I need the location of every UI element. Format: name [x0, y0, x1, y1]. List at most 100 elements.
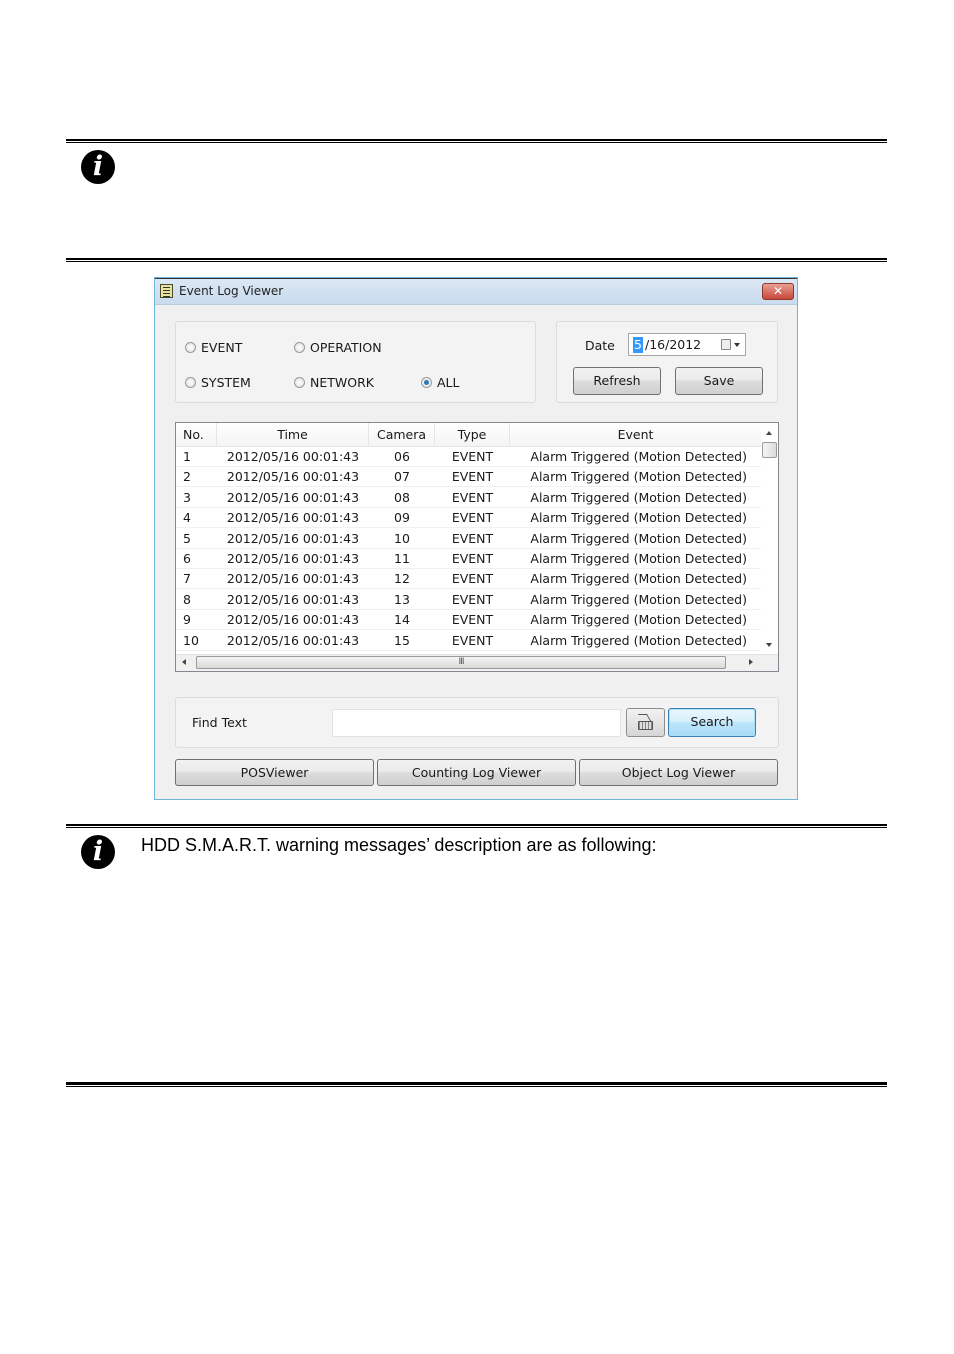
scroll-left-arrow-icon[interactable] — [182, 659, 186, 665]
virtual-keyboard-button[interactable] — [626, 708, 665, 737]
column-header-no[interactable]: No. — [176, 423, 217, 446]
cell-event: Alarm Triggered (Motion Detected) — [530, 571, 747, 587]
cell-no: 6 — [183, 551, 191, 566]
keyboard-icon — [638, 721, 653, 730]
table-row[interactable]: 5 2012/05/16 00:01:43 10 EVENT Alarm Trigger… — [176, 529, 761, 549]
note-text: HDD S.M.A.R.T. warning messages’ descrip… — [141, 835, 657, 855]
cell-camera: 07 — [394, 469, 410, 485]
find-text-label: Find Text — [192, 715, 247, 730]
note-rule-1 — [66, 824, 887, 828]
cell-event: Alarm Triggered (Motion Detected) — [530, 449, 747, 464]
cell-event: Alarm Triggered (Motion Detected) — [530, 632, 747, 648]
radio-label: EVENT — [201, 340, 243, 355]
table-row[interactable]: 4 2012/05/16 00:01:43 09 EVENT Alarm Trigger… — [176, 508, 761, 529]
event-log-viewer-window: Event Log Viewer ✕ EVENT OPERATION SYSTE… — [154, 277, 798, 800]
table-row[interactable]: 7 2012/05/16 00:01:43 12 EVENT Alarm Trigger… — [176, 569, 761, 590]
column-header-time[interactable]: Time — [217, 423, 369, 446]
date-rest[interactable]: /16/2012 — [645, 337, 701, 353]
cell-time: 2012/05/16 00:01:43 — [226, 551, 360, 566]
cell-no: 1 — [183, 449, 191, 464]
scroll-thumb[interactable] — [762, 442, 777, 458]
radio-system[interactable]: SYSTEM — [185, 375, 251, 390]
radio-operation[interactable]: OPERATION — [294, 340, 382, 355]
cell-time: 2012/05/16 00:01:43 — [226, 591, 360, 607]
chevron-down-icon[interactable] — [734, 343, 740, 347]
cell-type: EVENT — [451, 551, 494, 566]
radio-label: ALL — [437, 375, 460, 390]
object-log-viewer-button[interactable]: Object Log Viewer — [579, 759, 778, 786]
pos-viewer-button[interactable]: POSViewer — [175, 759, 374, 786]
cell-time: 2012/05/16 00:01:43 — [226, 510, 360, 526]
cell-type: EVENT — [451, 612, 494, 628]
title-bar[interactable]: Event Log Viewer ✕ — [155, 278, 797, 305]
cell-type: EVENT — [451, 530, 494, 546]
column-header-camera[interactable]: Camera — [369, 423, 435, 446]
horizontal-scrollbar[interactable]: III — [176, 654, 778, 671]
radio-label: SYSTEM — [201, 375, 251, 390]
cell-event: Alarm Triggered (Motion Detected) — [530, 489, 747, 505]
cell-no: 3 — [183, 489, 191, 505]
table-row[interactable]: 1 2012/05/16 00:01:43 06 EVENT Alarm Trigger… — [176, 447, 761, 467]
table-row[interactable]: 2 2012/05/16 00:01:43 07 EVENT Alarm Trigger… — [176, 467, 761, 488]
log-type-filter-group: EVENT OPERATION SYSTEM NETWORK ALL — [175, 321, 536, 403]
find-text-input[interactable] — [332, 709, 621, 737]
cell-time: 2012/05/16 00:01:43 — [226, 530, 360, 546]
cell-time: 2012/05/16 00:01:43 — [226, 489, 360, 505]
top-rule-2 — [66, 258, 887, 262]
radio-button[interactable] — [294, 342, 305, 353]
keyboard-cord — [637, 714, 652, 721]
cell-camera: 13 — [394, 591, 410, 607]
radio-button[interactable] — [185, 342, 196, 353]
table-row[interactable]: 9 2012/05/16 00:01:43 14 EVENT Alarm Trigger… — [176, 610, 761, 631]
close-button[interactable]: ✕ — [762, 283, 794, 300]
table-row[interactable]: 8 2012/05/16 00:01:43 13 EVENT Alarm Trigger… — [176, 590, 761, 610]
cell-event: Alarm Triggered (Motion Detected) — [530, 551, 747, 566]
cell-type: EVENT — [451, 449, 494, 464]
date-month-selected[interactable]: 5 — [633, 337, 643, 353]
search-button[interactable]: Search — [668, 708, 756, 737]
info-icon: i — [81, 835, 115, 869]
column-header-event[interactable]: Event — [510, 423, 761, 446]
cell-no: 8 — [183, 591, 191, 607]
cell-type: EVENT — [451, 591, 494, 607]
radio-event[interactable]: EVENT — [185, 340, 242, 355]
radio-button-selected[interactable] — [421, 377, 432, 388]
scroll-down-arrow-icon[interactable] — [766, 643, 772, 647]
cell-no: 2 — [183, 469, 191, 485]
top-rule-1 — [66, 139, 887, 143]
cell-camera: 12 — [394, 571, 410, 587]
info-icon: i — [81, 150, 115, 184]
radio-button[interactable] — [294, 377, 305, 388]
horizontal-scroll-thumb[interactable]: III — [196, 656, 726, 669]
date-label: Date — [585, 338, 615, 353]
date-picker[interactable]: 5 /16/2012 — [628, 333, 746, 356]
table-row[interactable]: 3 2012/05/16 00:01:43 08 EVENT Alarm Trigger… — [176, 488, 761, 508]
table-row[interactable]: 10 2012/05/16 00:01:43 15 EVENT Alarm Trigge… — [176, 631, 761, 651]
cell-no: 9 — [183, 612, 191, 628]
refresh-button[interactable]: Refresh — [573, 367, 661, 395]
cell-event: Alarm Triggered (Motion Detected) — [530, 510, 747, 526]
note-rule-2 — [66, 1082, 887, 1087]
cell-type: EVENT — [451, 632, 494, 648]
table-header: No. Time Camera Type Event — [176, 423, 761, 447]
cell-camera: 14 — [394, 612, 410, 628]
cell-time: 2012/05/16 00:01:43 — [226, 571, 360, 587]
radio-label: OPERATION — [310, 340, 382, 355]
radio-label: NETWORK — [310, 375, 374, 390]
cell-event: Alarm Triggered (Motion Detected) — [530, 591, 747, 607]
scroll-up-arrow-icon[interactable] — [766, 431, 772, 435]
cell-time: 2012/05/16 00:01:43 — [226, 449, 360, 464]
scroll-right-arrow-icon[interactable] — [749, 659, 753, 665]
radio-network[interactable]: NETWORK — [294, 375, 374, 390]
radio-all[interactable]: ALL — [421, 375, 459, 390]
column-header-type[interactable]: Type — [435, 423, 510, 446]
window-title: Event Log Viewer — [179, 284, 284, 298]
calendar-icon[interactable] — [721, 339, 731, 350]
radio-button[interactable] — [185, 377, 196, 388]
cell-no: 4 — [183, 510, 191, 526]
counting-log-viewer-button[interactable]: Counting Log Viewer — [377, 759, 576, 786]
save-button[interactable]: Save — [675, 367, 763, 395]
table-row[interactable]: 6 2012/05/16 00:01:43 11 EVENT Alarm Trigger… — [176, 549, 761, 569]
cell-no: 7 — [183, 571, 191, 587]
vertical-scrollbar[interactable] — [761, 423, 778, 654]
